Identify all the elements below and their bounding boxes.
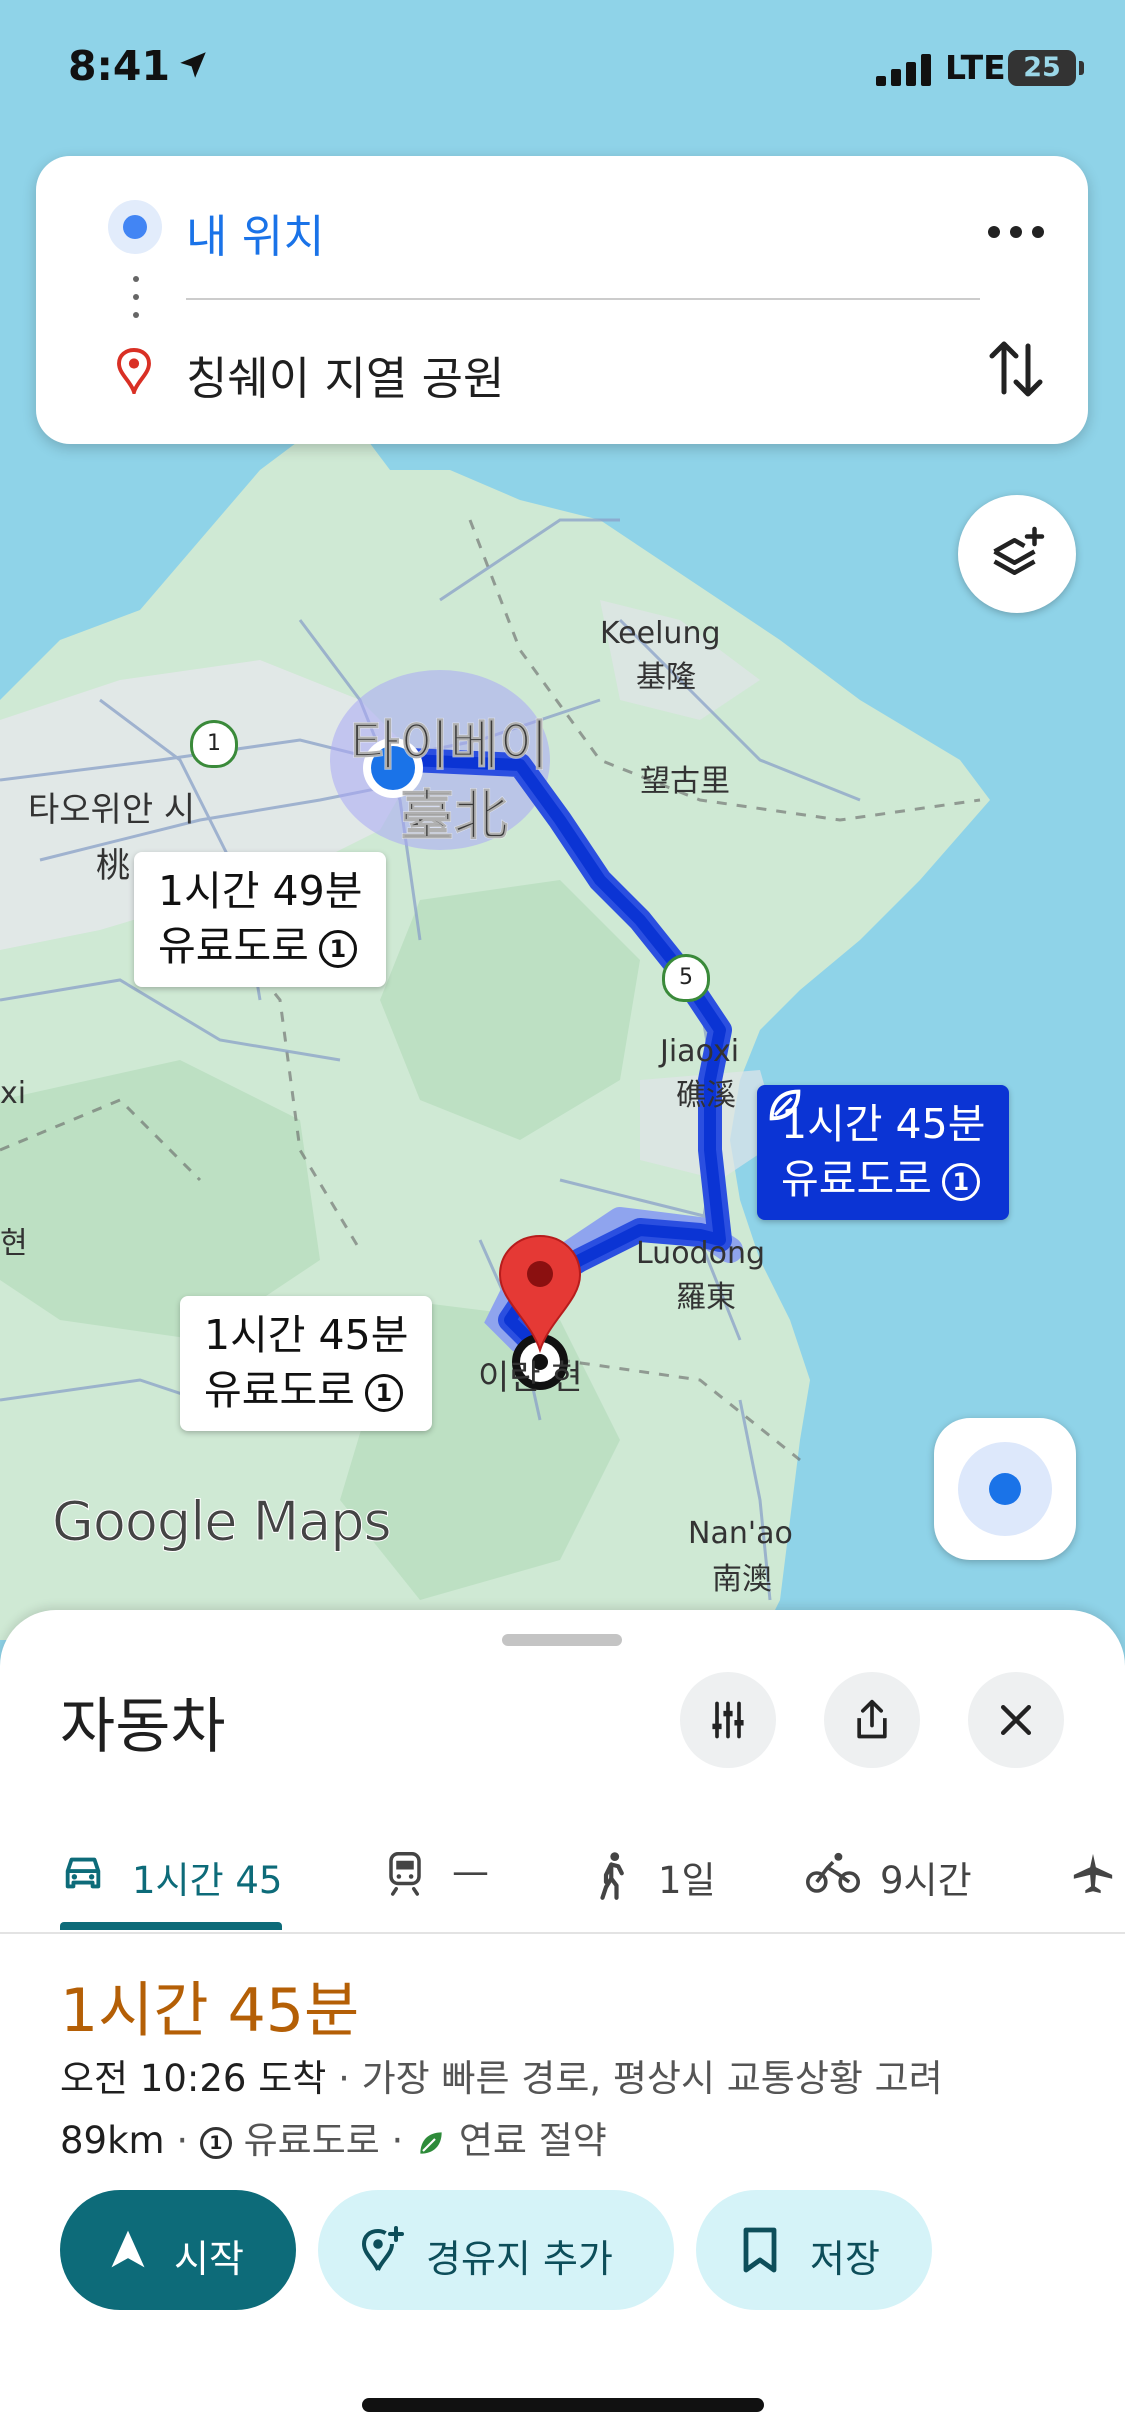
start-label: 시작 (174, 2237, 244, 2281)
layers-icon (993, 526, 1045, 575)
tab-driving[interactable]: 1시간 45 (60, 1810, 290, 1934)
map-label-edge: xi (0, 1076, 27, 1111)
card-divider (186, 298, 980, 300)
map-label-wanggu: 望古里 (640, 764, 730, 799)
destination-pin-icon (117, 348, 151, 394)
destination-field[interactable]: 칭쉐이 지열 공원 (186, 342, 504, 407)
status-time: 8:41 (68, 42, 170, 90)
bike-icon (806, 1852, 860, 1893)
start-navigation-button[interactable]: 시작 (60, 2190, 296, 2310)
close-icon (1000, 1704, 1032, 1736)
map-label-edge-2: 현 (0, 1226, 28, 1261)
my-location-button[interactable] (934, 1418, 1076, 1560)
arrival-info: 오전 10:26 도착 · 가장 빠른 경로, 평상시 교통상황 고려 (60, 2048, 943, 2102)
battery-tip (1079, 61, 1084, 75)
route-callout-selected[interactable]: 1시간 45분 유료도로 1 (757, 1085, 1010, 1220)
route-callout-time: 1시간 49분 (158, 867, 363, 915)
origin-field[interactable]: 내 위치 (186, 200, 325, 265)
connector-dot (133, 276, 139, 282)
arrival-time: 오전 10:26 도착 (60, 2057, 327, 2100)
swap-direction-icon[interactable] (986, 334, 1046, 404)
travel-mode-tabs: 1시간 45 — 1일 9시간 (0, 1810, 1125, 1934)
map-label-keelung: Keelung (600, 616, 721, 651)
toll-icon: 1 (199, 2126, 232, 2159)
tab-transit-label: — (452, 1850, 489, 1893)
network-type: LTE (945, 48, 1006, 87)
route-distance: 89km (60, 2119, 165, 2162)
route-meta: 89km · 1 유료도로 · 연료 절약 (60, 2119, 607, 2162)
eco-leaf-icon (420, 2131, 442, 2154)
map-label-yilan: 이란 현 (478, 1358, 583, 1398)
active-tab-indicator (60, 1922, 282, 1930)
map-label-keelung-zh: 基隆 (636, 660, 696, 695)
map-label-jiaoxi-zh: 礁溪 (676, 1078, 736, 1113)
add-waypoint-label: 경유지 추가 (426, 2237, 613, 2281)
save-label: 저장 (810, 2237, 880, 2281)
home-indicator[interactable] (362, 2398, 764, 2412)
tab-walking-label: 1일 (658, 1859, 716, 1902)
share-button[interactable] (824, 1672, 920, 1768)
map-label-taoyuan-zh: 桃 (96, 846, 130, 886)
add-waypoint-button[interactable]: 경유지 추가 (318, 2190, 674, 2310)
sliders-icon (712, 1701, 744, 1739)
route-callout-alt-1[interactable]: 1시간 49분 유료도로 1 (134, 852, 387, 987)
toll-icon: 1 (941, 1163, 980, 1202)
route-callout-time: 1시간 45분 (204, 1311, 409, 1359)
save-button[interactable]: 저장 (696, 2190, 932, 2310)
route-search-card: 내 위치 칭쉐이 지열 공원 (36, 156, 1088, 444)
airplane-icon (1073, 1853, 1113, 1894)
share-icon (857, 1699, 887, 1739)
cellular-signal-icon (876, 54, 931, 86)
map-label-luodong-zh: 羅東 (676, 1280, 736, 1315)
route-callout-time: 1시간 45분 (769, 1089, 985, 1152)
close-button[interactable] (968, 1672, 1064, 1768)
tab-driving-label: 1시간 45 (132, 1859, 283, 1902)
sheet-drag-handle[interactable] (502, 1634, 622, 1646)
toll-icon: 1 (364, 1374, 403, 1413)
tab-walking[interactable]: 1일 (592, 1810, 716, 1934)
map-label-taipei: 타이베이 (350, 714, 550, 778)
map-label-jiaoxi: Jiaoxi (660, 1034, 740, 1069)
map-label-luodong: Luodong (636, 1236, 766, 1271)
eco-leaf-icon (769, 1089, 801, 1121)
google-maps-watermark: Google Maps (52, 1490, 393, 1554)
car-icon (65, 1857, 101, 1889)
layers-button[interactable] (958, 495, 1076, 613)
connector-dot (133, 294, 139, 300)
battery-icon: 25 (1008, 50, 1076, 86)
travel-mode-title: 자동차 (60, 1692, 226, 1762)
map-label-nanao-zh: 南澳 (712, 1562, 772, 1597)
map-label-nanao: Nan'ao (688, 1516, 793, 1551)
walk-icon (600, 1852, 624, 1900)
tab-cycling-label: 9시간 (880, 1859, 972, 1902)
route-options-button[interactable] (680, 1672, 776, 1768)
route-callout-alt-2[interactable]: 1시간 45분 유료도로 1 (180, 1296, 433, 1431)
map-label-taoyuan: 타오위안 시 (28, 790, 196, 830)
fuel-efficient-label: 연료 절약 (458, 2119, 607, 2162)
route-duration: 1시간 45분 (60, 1976, 360, 2046)
toll-label: 유료도로 (243, 2119, 380, 2162)
status-bar: 8:41 LTE 25 (0, 0, 1125, 130)
route-callout-toll: 유료도로 1 (158, 919, 362, 974)
navigation-arrow-icon (111, 2230, 145, 2268)
highway-shield-1: 1 (190, 720, 238, 768)
route-callout-toll: 유료도로 1 (781, 1152, 985, 1207)
connector-dot (133, 312, 139, 318)
more-options-icon[interactable] (984, 212, 1048, 252)
route-description: · 가장 빠른 경로, 평상시 교통상황 고려 (326, 2057, 943, 2100)
add-location-icon (361, 2226, 404, 2271)
highway-shield-5: 5 (662, 954, 710, 1002)
bookmark-icon (743, 2227, 777, 2273)
tab-cycling[interactable]: 9시간 (806, 1810, 996, 1934)
route-callout-toll: 유료도로 1 (204, 1363, 408, 1418)
toll-icon: 1 (318, 930, 357, 969)
origin-location-icon (108, 200, 162, 254)
location-arrow-icon (180, 52, 206, 78)
map-label-taipei-zh: 臺北 (400, 784, 509, 848)
tab-flight[interactable] (1070, 1810, 1125, 1934)
tab-transit[interactable]: — (384, 1810, 504, 1934)
train-icon (389, 1852, 421, 1896)
